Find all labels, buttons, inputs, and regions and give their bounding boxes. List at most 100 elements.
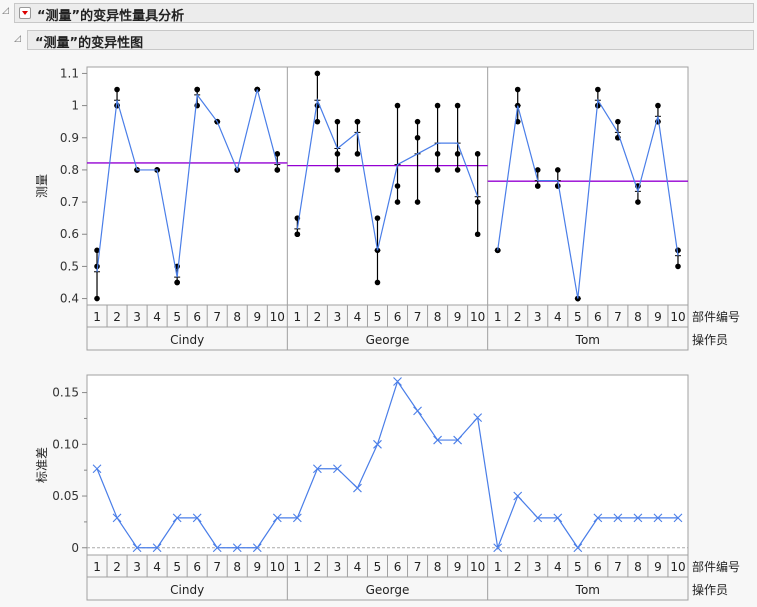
measurement-point — [194, 86, 200, 93]
operator-label: Tom — [575, 583, 600, 597]
part-tick-label: 9 — [654, 310, 662, 324]
part-tick-label: 7 — [614, 560, 622, 574]
measurement-point — [414, 118, 421, 125]
part-tick-label: 5 — [374, 310, 382, 324]
measurement-point — [94, 295, 100, 302]
measurement-point — [615, 118, 621, 125]
part-tick-label: 4 — [153, 310, 161, 324]
part-tick-label: 9 — [253, 560, 261, 574]
operator-label: Tom — [575, 333, 600, 347]
measurement-point — [434, 151, 441, 157]
measurement-point — [354, 118, 361, 125]
part-tick-label: 10 — [670, 560, 685, 574]
part-tick-label: 10 — [470, 560, 485, 574]
part-tick-label: 3 — [133, 560, 141, 574]
y-tick-label: 0.5 — [60, 259, 79, 273]
part-tick-label: 4 — [554, 310, 562, 324]
variability-charts: 0.40.50.60.70.80.911.1测量1 2 3 4 5 6 7 8 9 10Cindy… — [35, 66, 740, 601]
plot-frame-stddev — [86, 374, 689, 556]
part-tick-label: 2 — [113, 560, 121, 574]
measurement-point — [314, 118, 321, 125]
operator-label: George — [366, 583, 410, 597]
part-tick-label: 10 — [470, 310, 485, 324]
measurement-point — [374, 215, 381, 221]
measurement-point — [274, 167, 281, 173]
operator-label: Cindy — [170, 333, 204, 347]
part-tick-label: 4 — [354, 310, 362, 324]
measurement-point — [474, 231, 481, 238]
part-tick-label: 9 — [454, 560, 462, 574]
part-tick-label: 10 — [670, 310, 685, 324]
measurement-point — [294, 231, 301, 238]
y-tick-label: 0.8 — [60, 163, 79, 177]
measurement-point — [474, 199, 481, 205]
part-tick-label: 7 — [414, 310, 422, 324]
part-tick-label: 2 — [514, 560, 522, 574]
measurement-point — [394, 199, 401, 205]
part-tick-label: 2 — [514, 310, 522, 324]
part-tick-label: 4 — [153, 560, 161, 574]
part-tick-label: 8 — [233, 560, 241, 574]
part-tick-label: 9 — [654, 560, 662, 574]
part-tick-label: 10 — [270, 560, 285, 574]
operator-axis-label: 操作员 — [692, 332, 728, 347]
measurement-point — [374, 279, 381, 286]
part-tick-label: 1 — [494, 560, 502, 574]
part-tick-label: 3 — [534, 310, 542, 324]
measurement-point — [675, 263, 681, 270]
part-tick-label: 7 — [414, 560, 422, 574]
y-tick-label: 1 — [71, 99, 79, 113]
part-tick-label: 6 — [394, 310, 402, 324]
measurement-point — [454, 151, 461, 157]
part-tick-label: 5 — [173, 560, 181, 574]
part-tick-label: 7 — [213, 560, 221, 574]
y-tick-label: 0 — [71, 541, 79, 555]
measurement-point — [174, 279, 180, 286]
part-tick-label: 7 — [213, 310, 221, 324]
measurement-point — [314, 70, 321, 77]
y-tick-label: 0.15 — [52, 386, 79, 400]
part-tick-label: 5 — [574, 310, 582, 324]
part-tick-label: 8 — [634, 310, 642, 324]
part-tick-label: 7 — [614, 310, 622, 324]
measurement-point — [394, 102, 401, 109]
part-tick-label: 2 — [314, 560, 322, 574]
y-axis-label: 标准差 — [35, 447, 49, 483]
part-tick-label: 5 — [173, 310, 181, 324]
part-tick-label: 4 — [354, 560, 362, 574]
part-tick-label: 6 — [193, 310, 201, 324]
measurement-point — [414, 134, 421, 141]
measurement-point — [434, 167, 441, 173]
measurement-point — [434, 102, 441, 109]
part-tick-label: 6 — [394, 560, 402, 574]
part-tick-label: 1 — [93, 310, 101, 324]
y-tick-label: 0.7 — [60, 195, 79, 209]
part-tick-label: 1 — [93, 560, 101, 574]
measurement-point — [334, 151, 341, 157]
measurement-point — [554, 167, 561, 173]
operator-label: Cindy — [170, 583, 204, 597]
part-tick-label: 8 — [434, 560, 442, 574]
part-tick-label: 2 — [314, 310, 322, 324]
measurement-point — [595, 86, 601, 93]
part-tick-label: 9 — [454, 310, 462, 324]
y-tick-label: 0.9 — [60, 131, 79, 145]
part-tick-label: 5 — [574, 560, 582, 574]
y-tick-label: 0.05 — [52, 489, 79, 503]
operator-axis-label: 操作员 — [692, 582, 728, 597]
measurement-point — [635, 199, 641, 205]
part-tick-label: 1 — [294, 560, 302, 574]
part-tick-label: 8 — [233, 310, 241, 324]
part-tick-label: 6 — [193, 560, 201, 574]
part-tick-label: 10 — [270, 310, 285, 324]
operator-label: George — [366, 333, 410, 347]
y-tick-label: 0.6 — [60, 227, 79, 241]
measurement-point — [655, 102, 661, 109]
measurement-point — [114, 86, 120, 93]
part-axis-label: 部件编号 — [692, 559, 740, 574]
part-tick-label: 6 — [594, 560, 602, 574]
part-tick-label: 3 — [334, 310, 342, 324]
part-tick-label: 4 — [554, 560, 562, 574]
part-tick-label: 3 — [534, 560, 542, 574]
measurement-point — [474, 151, 481, 157]
